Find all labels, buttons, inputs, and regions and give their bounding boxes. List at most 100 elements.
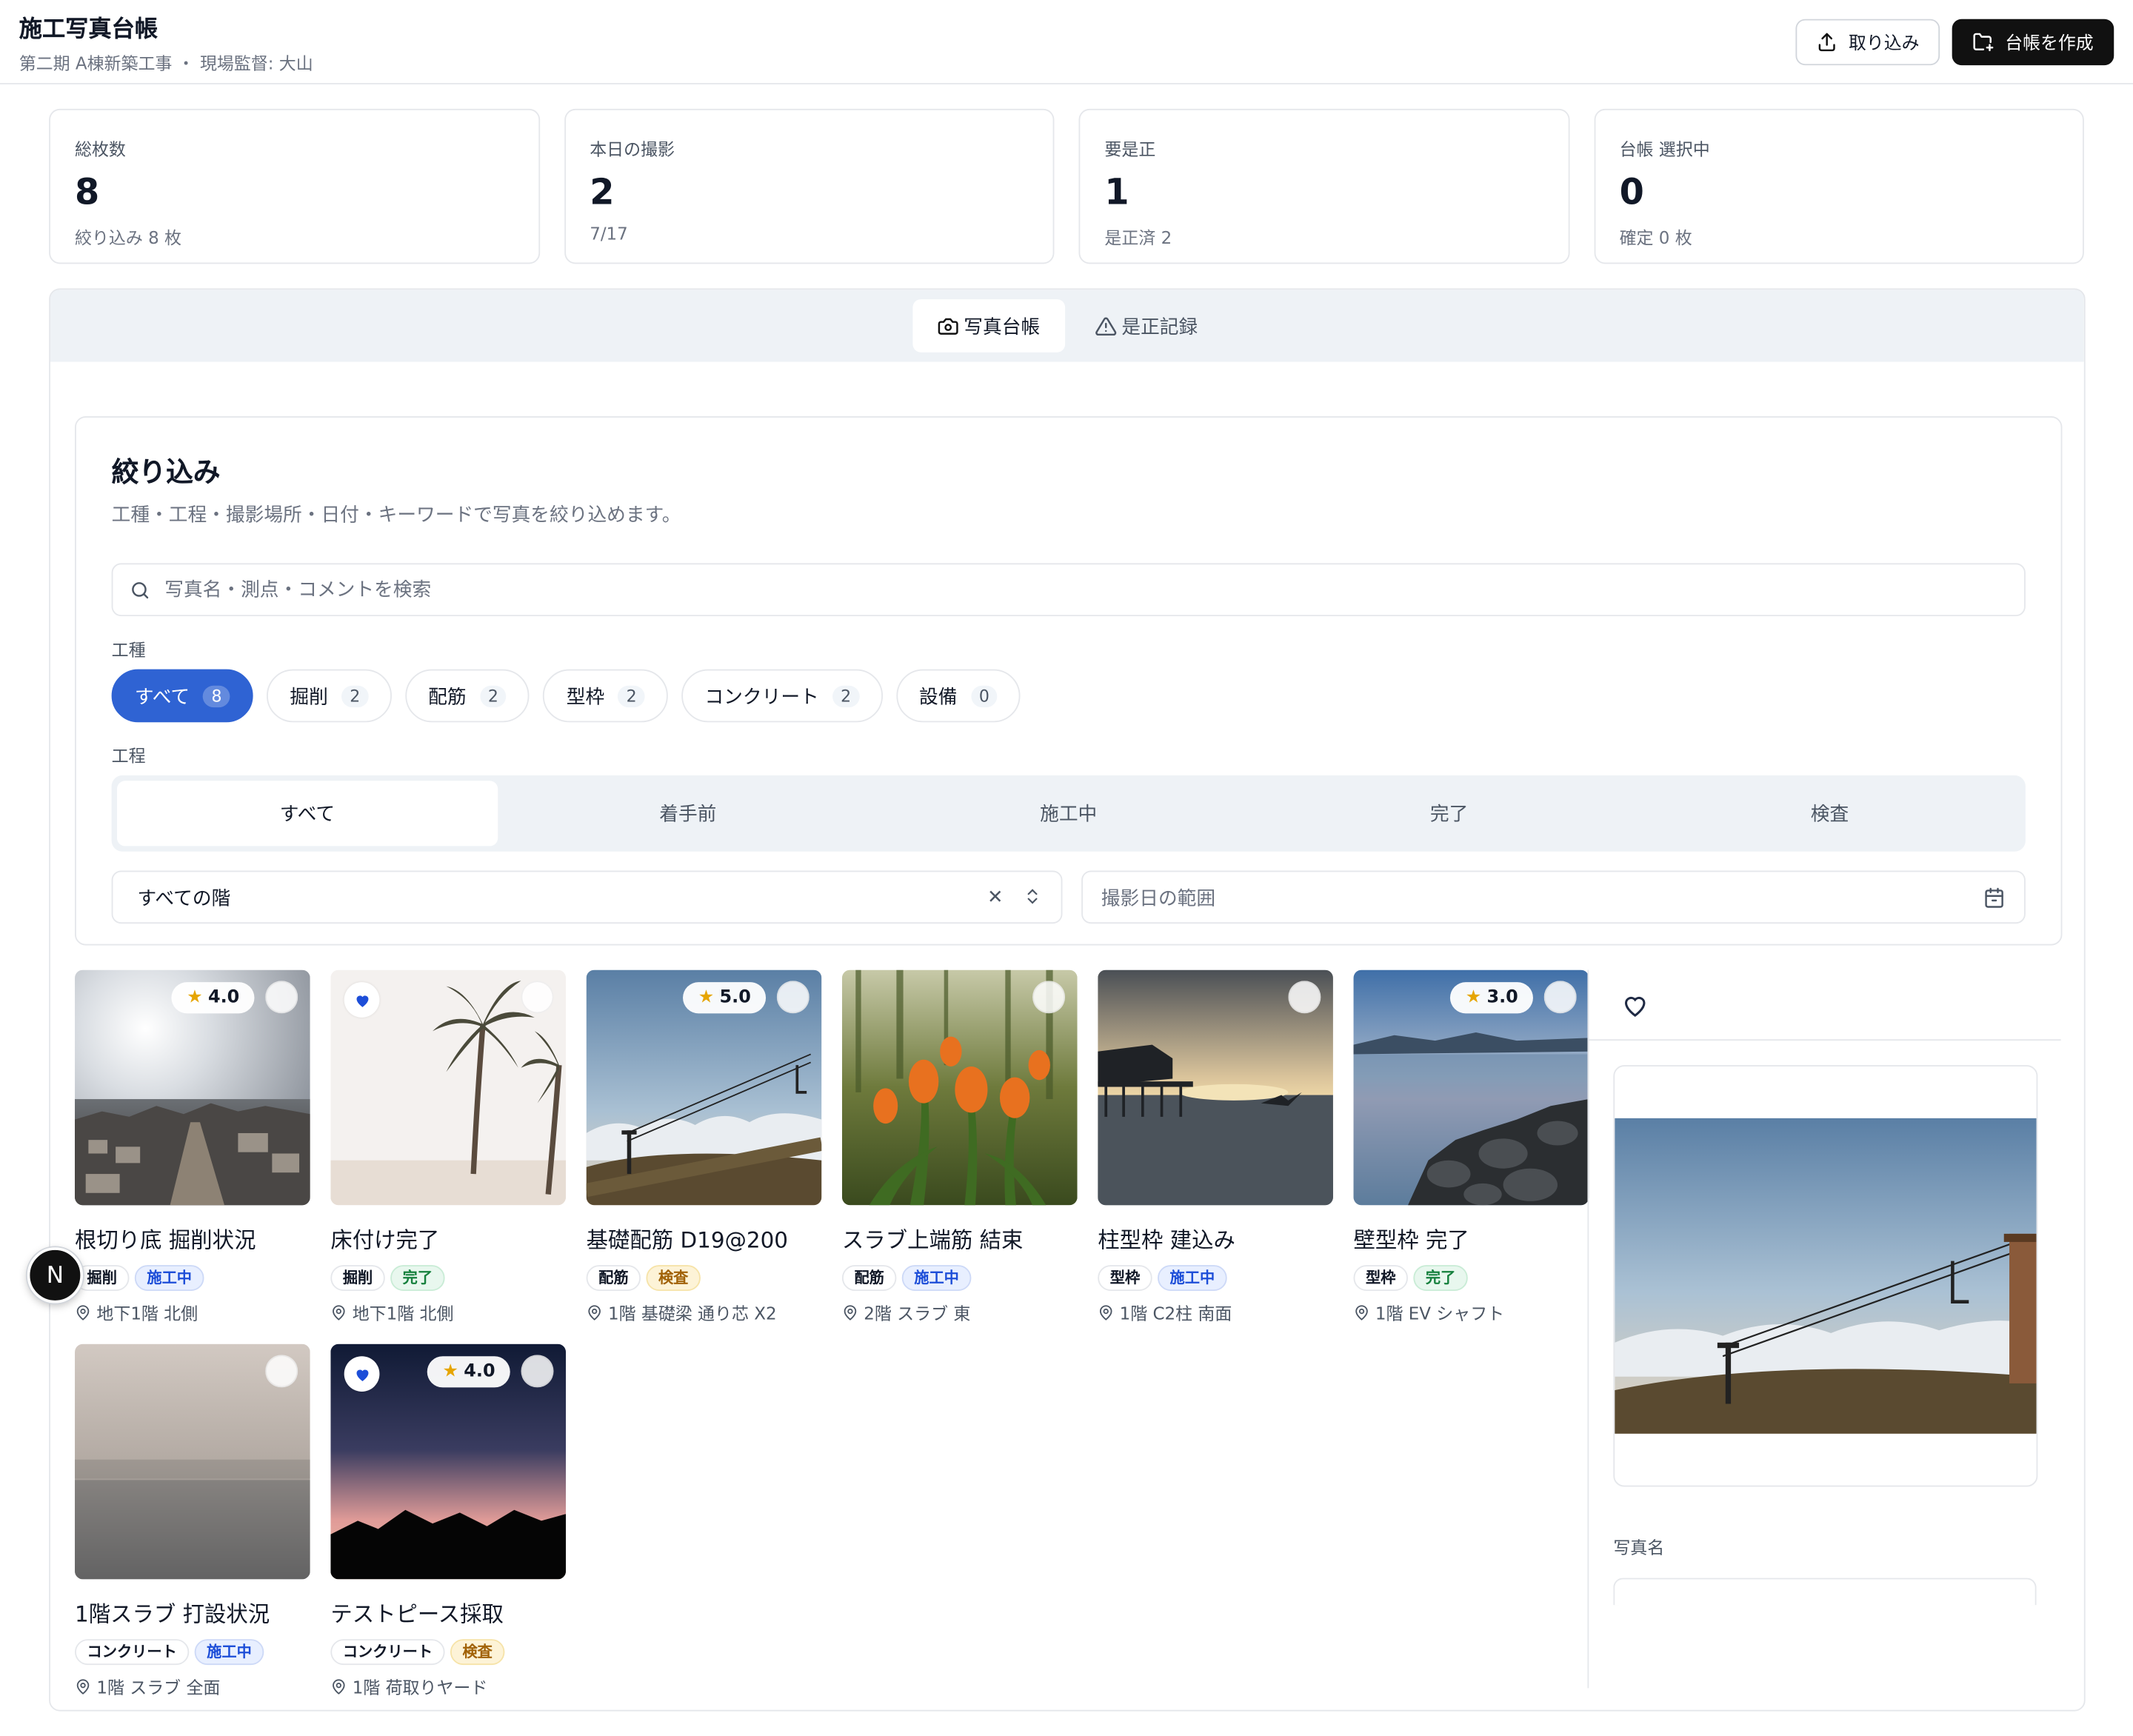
filter-title: 絞り込み — [111, 455, 221, 489]
photo-grid: ★ 4.0 根切り底 掘削状況 掘削 施工中 地下1階 北側 床付け完了 掘削 … — [75, 969, 1589, 1699]
stat-label: 台帳 選択中 — [1619, 138, 1710, 159]
stage-option-all[interactable]: すべて — [116, 781, 498, 847]
photo-thumbnail[interactable] — [330, 969, 567, 1206]
user-avatar[interactable]: N — [27, 1247, 84, 1303]
tab-label: 写真台帳 — [964, 316, 1041, 338]
photo-card[interactable]: スラブ上端筋 結束 配筋 施工中 2階 スラブ 東 — [841, 969, 1078, 1325]
stage-filter-label: 工程 — [111, 745, 146, 767]
photo-name: 柱型枠 建込み — [1098, 1226, 1235, 1253]
photo-location: 1階 荷取りヤード — [352, 1677, 488, 1698]
main-panel: 写真台帳 是正記録 絞り込み 工種・工程・撮影場所・日付・キーワードで写真を絞り… — [49, 288, 2086, 1712]
photo-card[interactable]: 柱型枠 建込み 型枠 施工中 1階 C2柱 南面 — [1098, 969, 1333, 1325]
select-checkbox[interactable] — [521, 981, 554, 1014]
stat-card-correction: 要是正 1 是正済 2 — [1078, 108, 1569, 264]
photo-card[interactable]: 床付け完了 掘削 完了 地下1階 北側 — [330, 969, 567, 1325]
floor-select[interactable]: すべての階 ✕ — [111, 870, 1062, 924]
photo-thumbnail[interactable]: ★ 4.0 — [330, 1343, 567, 1580]
star-icon: ★ — [442, 1361, 458, 1383]
filter-card: 絞り込み 工種・工程・撮影場所・日付・キーワードで写真を絞り込めます。 工種 す… — [75, 416, 2063, 946]
create-ledger-label: 台帳を作成 — [2005, 33, 2094, 55]
select-checkbox[interactable] — [1288, 981, 1321, 1014]
import-button[interactable]: 取り込み — [1795, 18, 1940, 65]
trade-chip-rebar[interactable]: 配筋 2 — [404, 669, 530, 723]
photo-card[interactable]: ★ 5.0 基礎配筋 D19@200 配筋 検査 1階 基礎梁 通り芯 X2 — [586, 969, 822, 1325]
chip-count: 2 — [479, 684, 507, 707]
chip-label: 配筋 — [428, 686, 467, 709]
photo-thumbnail[interactable] — [841, 969, 1078, 1206]
chip-label: コンクリート — [704, 686, 819, 709]
stat-card-selected: 台帳 選択中 0 確定 0 枚 — [1593, 108, 2084, 264]
stage-option-inspection[interactable]: 検査 — [1640, 781, 2020, 846]
trade-filter-label: 工種 — [111, 639, 146, 660]
photo-thumbnail[interactable]: ★ 5.0 — [586, 969, 822, 1206]
map-pin-icon — [333, 1304, 345, 1320]
create-ledger-button[interactable]: 台帳を作成 — [1952, 18, 2114, 65]
trade-tag: 掘削 — [330, 1265, 385, 1292]
photo-card[interactable]: ★ 4.0 テストピース採取 コンクリート 検査 1階 荷取りヤード — [330, 1343, 567, 1699]
star-icon: ★ — [1465, 987, 1482, 1008]
stat-value: 2 — [590, 173, 615, 214]
photo-card[interactable]: ★ 3.0 壁型枠 完了 型枠 完了 1階 EV シャフト — [1353, 969, 1589, 1325]
search-input[interactable] — [164, 578, 2008, 601]
date-range-picker[interactable]: 撮影日の範囲 — [1081, 870, 2026, 924]
rating-badge: ★ 3.0 — [1450, 982, 1533, 1014]
photo-thumbnail[interactable]: ★ 3.0 — [1353, 969, 1589, 1206]
map-pin-icon — [76, 1678, 90, 1694]
trade-chip-equipment[interactable]: 設備 0 — [895, 669, 1021, 723]
tab-photo-ledger[interactable]: 写真台帳 — [912, 299, 1065, 353]
photo-thumbnail[interactable] — [1098, 969, 1333, 1206]
photo-name: 根切り底 掘削状況 — [75, 1226, 256, 1253]
chip-count: 2 — [832, 684, 860, 707]
stage-option-in-progress[interactable]: 施工中 — [878, 781, 1259, 846]
stat-value: 0 — [1619, 173, 1644, 214]
photo-name: 1階スラブ 打設状況 — [75, 1600, 270, 1627]
photo-name: スラブ上端筋 結束 — [841, 1226, 1024, 1253]
stage-option-before[interactable]: 着手前 — [498, 781, 878, 846]
rating-value: 4.0 — [464, 1361, 495, 1383]
photo-location: 1階 基礎梁 通り芯 X2 — [608, 1303, 777, 1324]
select-checkbox[interactable] — [776, 981, 810, 1014]
photo-thumbnail[interactable]: ★ 4.0 — [75, 969, 310, 1206]
photo-location: 地下1階 北側 — [96, 1303, 198, 1324]
rating-value: 5.0 — [719, 987, 751, 1008]
clear-icon[interactable]: ✕ — [987, 887, 1004, 908]
rating-badge: ★ 4.0 — [171, 982, 255, 1014]
status-badge: 施工中 — [194, 1639, 264, 1666]
tab-correction-record[interactable]: 是正記録 — [1070, 299, 1223, 353]
photo-location: 1階 スラブ 全面 — [96, 1677, 221, 1698]
warning-icon — [1095, 316, 1116, 335]
select-checkbox[interactable] — [521, 1355, 554, 1388]
select-checkbox[interactable] — [1032, 981, 1066, 1014]
photo-card[interactable]: ★ 4.0 根切り底 掘削状況 掘削 施工中 地下1階 北側 — [75, 969, 310, 1325]
app-header: 施工写真台帳 第二期 A棟新築工事 ・ 現場監督: 大山 取り込み 台帳を作成 — [0, 0, 2133, 84]
status-badge: 施工中 — [901, 1265, 972, 1292]
tab-bar: 写真台帳 是正記録 — [50, 290, 2084, 362]
select-checkbox[interactable] — [1543, 981, 1577, 1014]
photo-location: 1階 C2柱 南面 — [1119, 1303, 1232, 1324]
chip-count: 2 — [341, 684, 369, 707]
trade-chip-formwork[interactable]: 型枠 2 — [543, 669, 668, 723]
trade-chip-excavation[interactable]: 掘削 2 — [267, 669, 392, 723]
status-badge: 検査 — [450, 1639, 505, 1666]
select-checkbox[interactable] — [265, 1355, 298, 1388]
heart-outline-icon[interactable] — [1621, 991, 1649, 1018]
detail-toolbar — [1589, 970, 2061, 1041]
chip-label: すべて — [134, 686, 190, 709]
trade-chip-concrete[interactable]: コンクリート 2 — [681, 669, 883, 723]
stat-value: 1 — [1104, 173, 1129, 214]
stage-option-complete[interactable]: 完了 — [1259, 781, 1640, 846]
trade-tag: コンクリート — [330, 1639, 445, 1666]
photo-name-input[interactable] — [1613, 1578, 2037, 1606]
map-pin-icon — [333, 1678, 345, 1694]
favorite-button[interactable] — [344, 1356, 380, 1392]
rating-value: 4.0 — [207, 987, 240, 1008]
chip-label: 設備 — [919, 686, 958, 709]
stat-label: 本日の撮影 — [590, 138, 675, 159]
photo-thumbnail[interactable] — [75, 1343, 310, 1580]
trade-chip-all[interactable]: すべて 8 — [111, 669, 253, 723]
photo-card[interactable]: 1階スラブ 打設状況 コンクリート 施工中 1階 スラブ 全面 — [75, 1343, 310, 1699]
stat-sub: 確定 0 枚 — [1619, 227, 1692, 248]
select-checkbox[interactable] — [265, 981, 298, 1014]
map-pin-icon — [844, 1304, 857, 1320]
favorite-button[interactable] — [344, 982, 380, 1018]
